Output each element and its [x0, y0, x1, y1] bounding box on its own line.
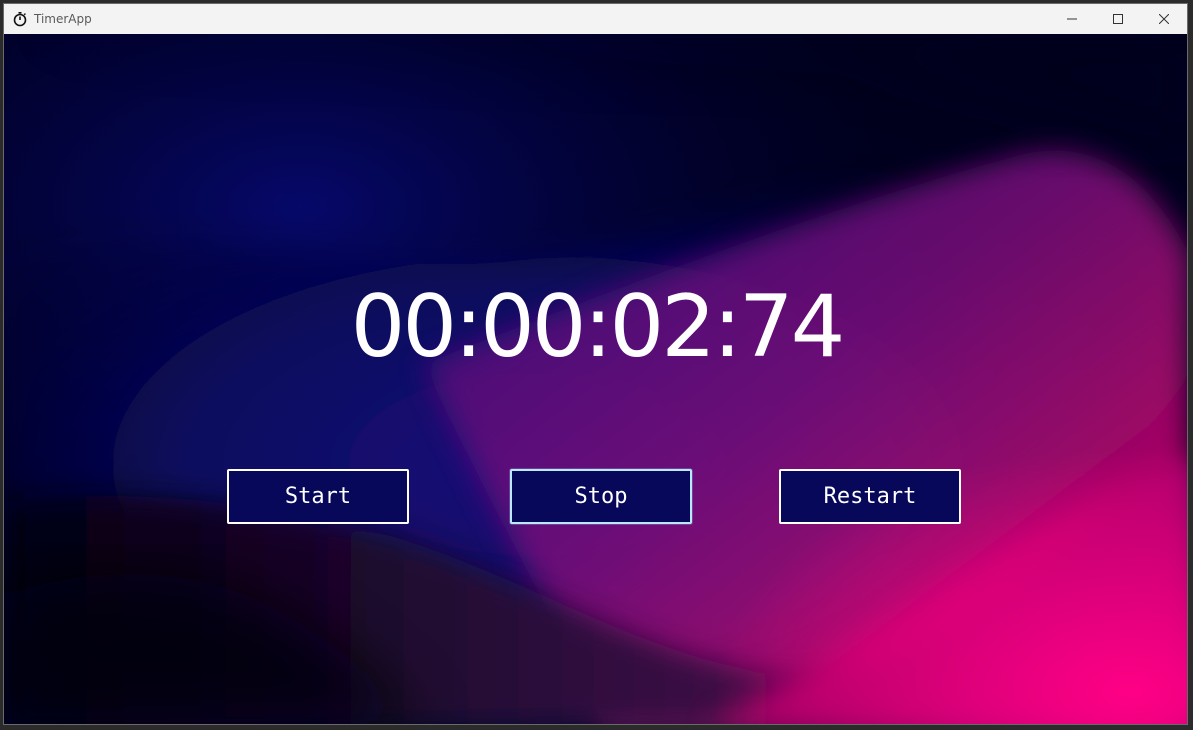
timer-display: 00:00:02:74: [350, 277, 846, 377]
timer-panel: 00:00:02:74 Start Stop Restart: [4, 34, 1187, 724]
stop-button[interactable]: Stop: [510, 469, 692, 524]
stopwatch-icon: [12, 11, 28, 27]
app-window: TimerApp 00:00:02:74 Start Stop Restart: [3, 3, 1188, 725]
title-bar[interactable]: TimerApp: [4, 4, 1187, 34]
gradient-background: [4, 34, 1187, 724]
minimize-button[interactable]: [1049, 4, 1095, 34]
restart-button[interactable]: Restart: [779, 469, 961, 524]
caption-buttons: [1049, 4, 1187, 34]
maximize-button[interactable]: [1095, 4, 1141, 34]
maximize-icon: [1113, 14, 1123, 24]
start-button[interactable]: Start: [227, 469, 409, 524]
close-button[interactable]: [1141, 4, 1187, 34]
close-icon: [1159, 14, 1169, 24]
window-title: TimerApp: [34, 12, 92, 26]
minimize-icon: [1067, 18, 1077, 20]
